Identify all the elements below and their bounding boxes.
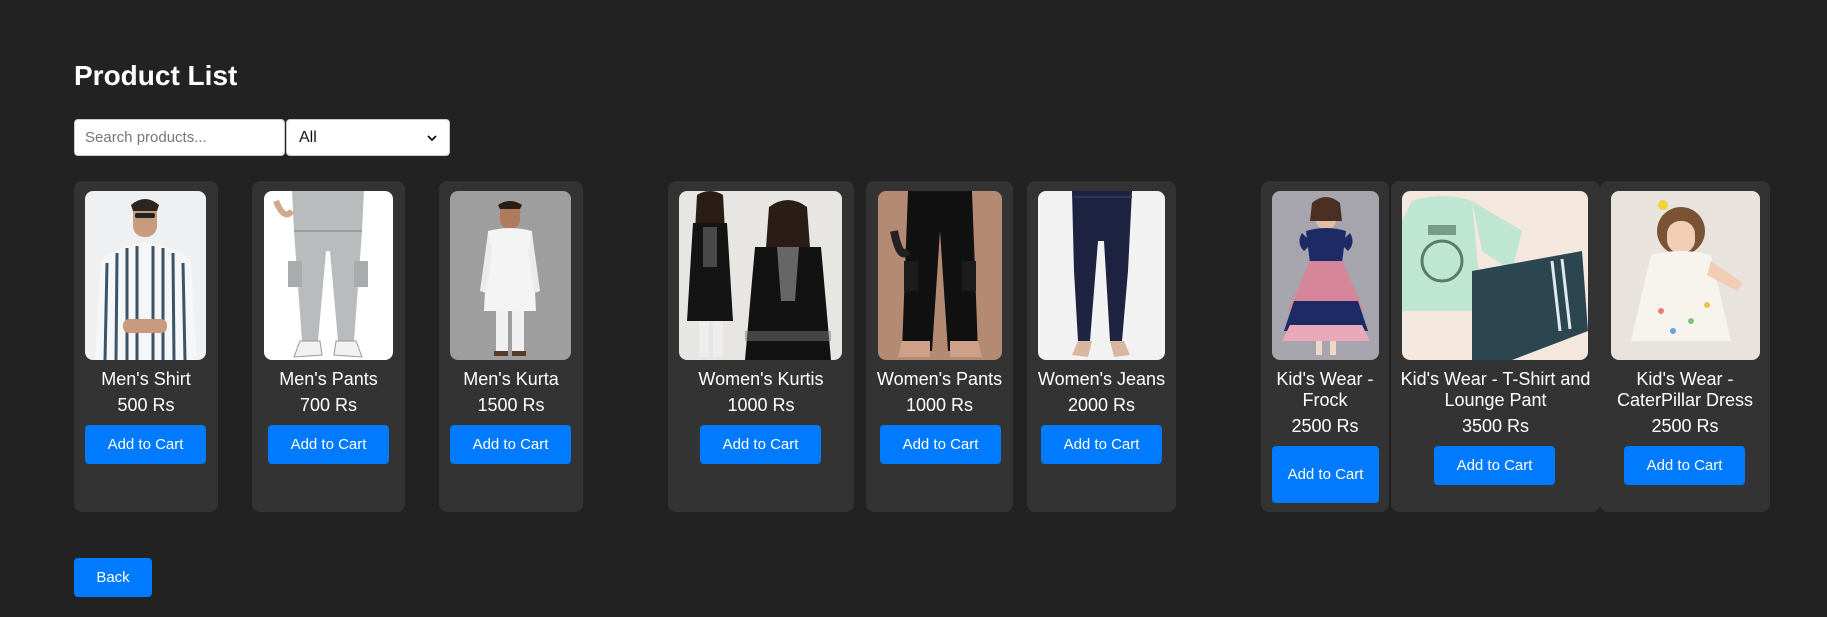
product-price: 3500 Rs [1461,416,1530,436]
product-card: Kid's Wear - Frock 2500 Rs Add to Cart [1261,181,1389,512]
add-to-cart-button[interactable]: Add to Cart [268,425,389,464]
add-to-cart-button[interactable]: Add to Cart [700,425,821,464]
product-card: Kid's Wear - CaterPillar Dress 2500 Rs A… [1600,181,1770,512]
product-card: Women's Kurtis 1000 Rs Add to Cart [668,181,854,512]
add-to-cart-button[interactable]: Add to Cart [1434,446,1555,485]
product-image [1272,191,1379,360]
product-price: 2500 Rs [1651,416,1719,436]
product-card: Kid's Wear - T-Shirt and Lounge Pant 350… [1391,181,1600,512]
product-card: Men's Kurta 1500 Rs Add to Cart [439,181,583,512]
product-name: Women's Kurtis [698,369,824,389]
product-image [1402,191,1588,360]
product-name: Kid's Wear - T-Shirt and Lounge Pant [1400,369,1591,410]
product-name: Women's Pants [876,369,1003,389]
chevron-down-icon [427,134,437,141]
product-image [264,191,393,360]
add-to-cart-button[interactable]: Add to Cart [1041,425,1162,464]
add-to-cart-button[interactable]: Add to Cart [1624,446,1745,485]
product-name: Women's Jeans [1037,369,1166,389]
product-image [1611,191,1760,360]
search-input[interactable] [74,119,285,156]
product-name: Kid's Wear - Frock [1276,369,1374,410]
product-price: 1000 Rs [727,395,795,415]
product-name: Men's Shirt [101,369,191,389]
add-to-cart-button[interactable]: Add to Cart [450,425,571,464]
product-name: Kid's Wear - CaterPillar Dress [1616,369,1754,410]
product-card: Women's Jeans 2000 Rs Add to Cart [1027,181,1176,512]
product-price: 2500 Rs [1291,416,1359,436]
product-card: Men's Pants 700 Rs Add to Cart [252,181,405,512]
product-name: Men's Kurta [463,369,559,389]
product-price: 700 Rs [299,395,358,415]
product-image [1038,191,1165,360]
add-to-cart-button[interactable]: Add to Cart [1272,446,1379,503]
product-price: 1500 Rs [477,395,545,415]
product-price: 2000 Rs [1067,395,1136,415]
page-title: Product List [74,60,238,91]
category-select[interactable]: All [286,119,450,156]
product-name: Men's Pants [279,369,378,389]
back-button[interactable]: Back [74,558,152,597]
product-image [679,191,842,360]
product-card: Men's Shirt 500 Rs Add to Cart [74,181,218,512]
category-select-value: All [299,128,317,146]
product-card: Women's Pants 1000 Rs Add to Cart [866,181,1013,512]
add-to-cart-button[interactable]: Add to Cart [85,425,206,464]
product-image [878,191,1002,360]
add-to-cart-button[interactable]: Add to Cart [880,425,1001,464]
product-image [85,191,206,360]
product-price: 500 Rs [117,395,175,415]
product-image [450,191,571,360]
product-price: 1000 Rs [905,395,974,415]
